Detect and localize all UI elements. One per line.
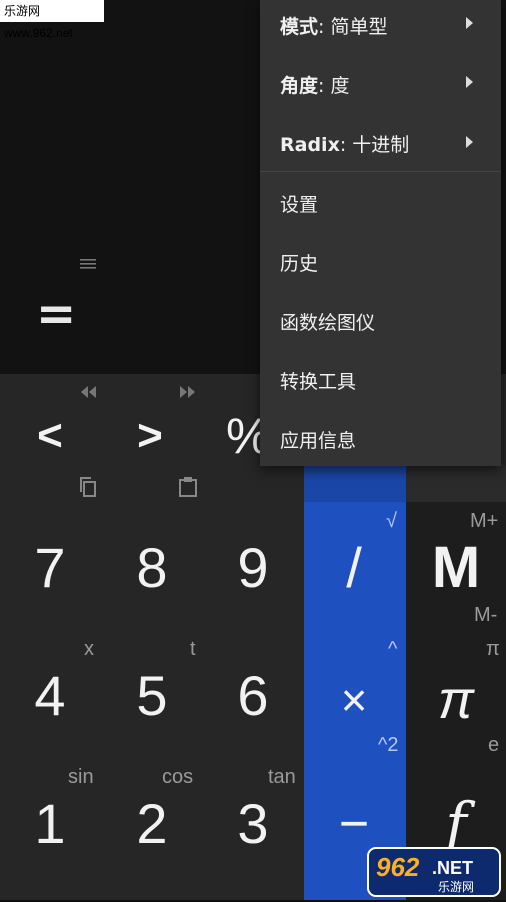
site-logo: 962 .NET 乐游网 <box>366 846 502 898</box>
digit-2-button[interactable]: 2 <box>112 792 192 856</box>
menu-radix-value: : 十进制 <box>339 134 410 156</box>
logo-number: 962 <box>376 852 420 882</box>
menu-mode-value: : 简单型 <box>318 16 388 38</box>
pi-sub-label: π <box>486 638 500 660</box>
menu-item-graph[interactable]: 函数绘图仪 <box>280 308 375 335</box>
menu-item-about[interactable]: 应用信息 <box>280 426 356 453</box>
mode-submenu-arrow-icon <box>466 17 473 29</box>
multiply-button[interactable]: × <box>314 670 394 730</box>
divide-button[interactable]: / <box>314 536 394 600</box>
function-column-top <box>406 466 506 502</box>
digit-8-button[interactable]: 8 <box>112 536 192 600</box>
menu-item-history[interactable]: 历史 <box>280 249 318 276</box>
rewind-icon[interactable] <box>78 384 98 403</box>
menu-item-angle[interactable]: 角度: 度 <box>280 71 349 98</box>
menu-angle-value: : 度 <box>318 75 350 97</box>
overflow-menu: 模式: 简单型 角度: 度 Radix: 十进制 设置 历史 函数绘图仪 转换工… <box>260 0 501 466</box>
digit-3-button[interactable]: 3 <box>213 792 293 856</box>
square-label: ^2 <box>378 734 399 756</box>
watermark-text: 乐游网 www.962.net <box>0 0 104 40</box>
menu-item-radix[interactable]: Radix: 十进制 <box>280 130 409 157</box>
memory-subtract-label: M- <box>474 604 498 626</box>
digit-6-button[interactable]: 6 <box>213 664 293 728</box>
e-sub-label: e <box>488 734 500 756</box>
sqrt-label: √ <box>386 510 397 532</box>
fast-forward-icon[interactable] <box>178 384 198 403</box>
paste-icon[interactable] <box>178 476 198 502</box>
variable-t-label: t <box>190 638 196 660</box>
digit-1-button[interactable]: 1 <box>10 792 90 856</box>
history-drag-handle-icon[interactable] <box>78 254 98 274</box>
digit-9-button[interactable]: 9 <box>213 536 293 600</box>
cursor-right-button[interactable]: > <box>130 412 170 460</box>
menu-item-mode[interactable]: 模式: 简单型 <box>280 12 387 39</box>
logo-suffix: .NET <box>432 858 473 878</box>
minus-button[interactable]: − <box>314 794 394 854</box>
memory-add-label: M+ <box>470 510 499 532</box>
angle-submenu-arrow-icon <box>466 76 473 88</box>
menu-item-converter[interactable]: 转换工具 <box>280 367 356 394</box>
tan-label: tan <box>268 766 296 788</box>
logo-subtitle: 乐游网 <box>438 880 474 894</box>
pi-button[interactable]: π <box>416 668 496 732</box>
operator-column-top <box>304 466 406 502</box>
memory-button[interactable]: M <box>416 536 496 600</box>
menu-radix-label: Radix <box>280 134 340 156</box>
menu-item-settings[interactable]: 设置 <box>280 190 318 217</box>
cos-label: cos <box>162 766 194 788</box>
variable-x-label: x <box>84 638 94 660</box>
digit-7-button[interactable]: 7 <box>10 536 90 600</box>
copy-icon[interactable] <box>78 476 98 502</box>
digit-5-button[interactable]: 5 <box>112 664 192 728</box>
menu-angle-label: 角度 <box>280 75 319 97</box>
digit-4-button[interactable]: 4 <box>10 664 90 728</box>
menu-divider <box>260 171 501 172</box>
sin-label: sin <box>68 766 94 788</box>
power-label: ^ <box>388 638 398 660</box>
cursor-left-button[interactable]: < <box>30 412 70 460</box>
radix-submenu-arrow-icon <box>466 136 473 148</box>
equals-indicator: = <box>36 286 77 342</box>
menu-mode-label: 模式 <box>280 16 319 38</box>
